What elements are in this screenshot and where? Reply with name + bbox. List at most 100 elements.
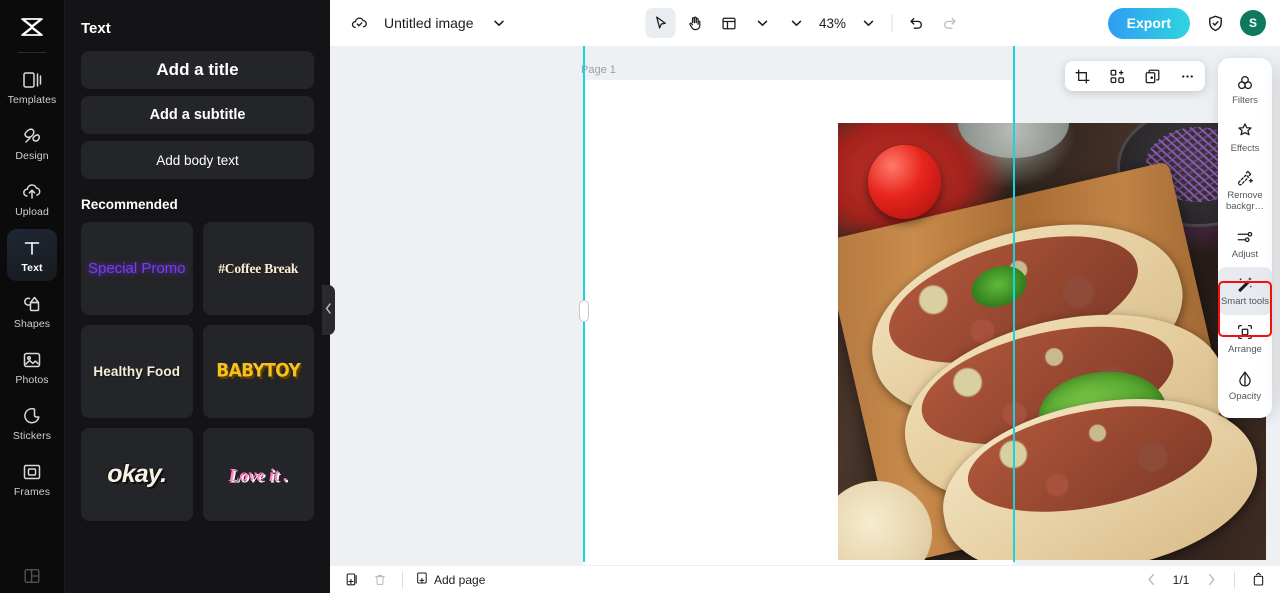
zoom-decrease-icon[interactable] — [782, 8, 812, 38]
tool-arrange[interactable]: Arrange — [1218, 315, 1272, 363]
editor-main: Untitled image 43% Export S Page 1 Filte… — [330, 0, 1280, 593]
trash-icon[interactable] — [370, 570, 390, 590]
text-style-label: okay. — [107, 460, 167, 488]
text-style-card[interactable]: BABYTOY — [202, 325, 314, 418]
sidebar-item-label: Shapes — [13, 317, 51, 330]
bottom-divider — [1234, 570, 1235, 589]
cloud-saved-icon[interactable] — [344, 8, 374, 38]
panel-title: Text — [81, 20, 111, 37]
canvas-page[interactable] — [583, 80, 1266, 565]
redo-icon — [935, 8, 965, 38]
text-style-label: BABYTOY — [216, 359, 301, 383]
capcut-logo-icon[interactable] — [12, 10, 52, 44]
panel-collapse-handle[interactable] — [322, 285, 335, 335]
remove-background-icon — [1235, 168, 1255, 188]
shapes-icon — [21, 293, 43, 315]
undo-icon[interactable] — [901, 8, 931, 38]
add-page-icon — [415, 571, 429, 588]
magic-wand-icon — [1235, 274, 1255, 294]
sidebar-item-layout[interactable] — [22, 566, 42, 593]
page-manager-icon[interactable] — [1248, 570, 1268, 590]
add-page-label: Add page — [434, 572, 486, 587]
prev-page-button[interactable] — [1141, 570, 1161, 590]
sidebar-item-templates[interactable]: Templates — [7, 61, 57, 113]
text-style-card[interactable]: Special Promo — [81, 222, 193, 315]
text-style-card[interactable]: Love it . — [202, 428, 314, 521]
tool-label: Remove backgr… — [1225, 190, 1264, 212]
add-subtitle-button[interactable]: Add a subtitle — [81, 96, 314, 134]
more-horizontal-icon[interactable] — [1176, 64, 1200, 88]
add-page-button[interactable]: Add page — [415, 571, 485, 588]
sidebar-item-label: Upload — [15, 205, 49, 218]
sidebar-item-label: Stickers — [12, 429, 52, 442]
tool-adjust[interactable]: Adjust — [1218, 220, 1272, 268]
frames-icon — [21, 461, 43, 483]
add-page-below-icon[interactable] — [342, 570, 362, 590]
shield-check-icon[interactable] — [1200, 8, 1230, 38]
design-canvas[interactable]: Page 1 — [330, 46, 1280, 565]
sidebar-item-label: Design — [15, 149, 49, 162]
crop-icon[interactable] — [1071, 64, 1095, 88]
chevron-down-icon[interactable] — [854, 8, 884, 38]
text-style-label: Love it . — [228, 464, 288, 485]
canvas-tools: 43% — [645, 8, 965, 38]
remove-background-icon[interactable] — [1106, 64, 1130, 88]
opacity-drop-icon — [1235, 369, 1255, 389]
templates-icon — [21, 69, 43, 91]
sidebar-item-label: Photos — [15, 373, 49, 386]
selection-resize-handle[interactable] — [579, 300, 589, 322]
text-style-card[interactable]: okay. — [81, 428, 193, 521]
top-toolbar: Untitled image 43% Export S — [330, 0, 1280, 46]
text-style-card[interactable]: Healthy Food — [81, 325, 193, 418]
effects-star-icon — [1235, 121, 1255, 141]
upload-cloud-icon — [21, 181, 43, 203]
tool-label: Opacity — [1228, 391, 1262, 403]
layout-grid-icon — [22, 568, 42, 590]
sidebar-item-stickers[interactable]: Stickers — [7, 397, 57, 449]
toolbar-divider — [891, 14, 893, 32]
sidebar-item-frames[interactable]: Frames — [7, 453, 57, 505]
duplicate-icon[interactable] — [1141, 64, 1165, 88]
text-style-card[interactable]: #Coffee Break — [202, 222, 314, 315]
chevron-down-icon[interactable] — [748, 8, 778, 38]
selection-border-right — [1013, 46, 1015, 562]
tool-filters[interactable]: Filters — [1218, 66, 1272, 114]
export-button[interactable]: Export — [1107, 7, 1190, 39]
sidebar-item-text[interactable]: Text — [7, 229, 57, 281]
sidebar-item-photos[interactable]: Photos — [7, 341, 57, 393]
capcut-editor-window: Templates Design Upload Text Shapes Phot… — [0, 0, 1280, 593]
bottom-bar: Add page 1/1 — [330, 565, 1280, 593]
sidebar-item-upload[interactable]: Upload — [7, 173, 57, 225]
sidebar-item-label: Templates — [7, 93, 57, 106]
canvas-image[interactable] — [838, 123, 1266, 560]
tool-remove-background[interactable]: Remove backgr… — [1218, 161, 1272, 219]
tool-smart-tools[interactable]: Smart tools — [1218, 267, 1272, 315]
cursor-select-icon[interactable] — [645, 8, 676, 38]
topbar-actions: Export S — [1107, 7, 1266, 39]
next-page-button[interactable] — [1201, 570, 1221, 590]
document-title[interactable]: Untitled image — [384, 15, 474, 31]
sidebar-item-shapes[interactable]: Shapes — [7, 285, 57, 337]
photos-image-icon — [21, 349, 43, 371]
page-layout-icon[interactable] — [714, 8, 744, 38]
hand-pan-icon[interactable] — [680, 8, 710, 38]
chevron-down-icon[interactable] — [484, 8, 514, 38]
tool-label: Effects — [1230, 142, 1260, 154]
sidebar-item-label: Text — [21, 261, 43, 274]
image-context-toolbar — [1065, 61, 1205, 91]
design-icon — [21, 125, 43, 147]
recommended-heading: Recommended — [81, 197, 178, 212]
page-label: Page 1 — [581, 64, 616, 76]
add-body-text-button[interactable]: Add body text — [81, 141, 314, 179]
avatar[interactable]: S — [1240, 10, 1266, 36]
sidebar-item-design[interactable]: Design — [7, 117, 57, 169]
text-t-icon — [21, 237, 43, 259]
add-title-button[interactable]: Add a title — [81, 51, 314, 89]
zoom-level[interactable]: 43% — [816, 16, 850, 31]
recommended-grid: Special Promo #Coffee Break Healthy Food… — [81, 222, 314, 521]
text-style-label: #Coffee Break — [218, 260, 299, 276]
tool-label: Arrange — [1228, 343, 1262, 355]
bottom-left-actions: Add page — [342, 570, 485, 590]
tool-opacity[interactable]: Opacity — [1218, 362, 1272, 410]
tool-effects[interactable]: Effects — [1218, 114, 1272, 162]
